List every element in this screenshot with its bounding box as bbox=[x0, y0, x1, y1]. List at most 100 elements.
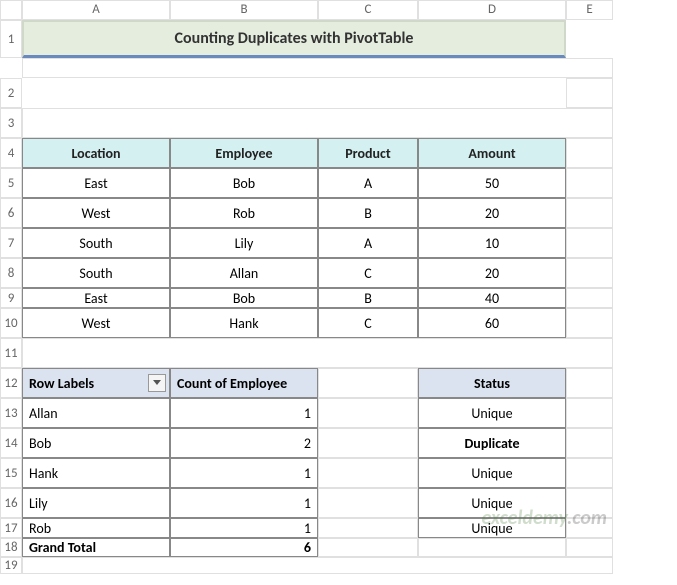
row-header-2[interactable]: 2 bbox=[0, 78, 22, 108]
cell[interactable] bbox=[318, 428, 418, 458]
table1-cell[interactable]: West bbox=[22, 198, 170, 228]
table1-cell[interactable]: A bbox=[318, 228, 418, 258]
row-header-15[interactable]: 15 bbox=[0, 458, 22, 488]
pivot-status-duplicate[interactable]: Duplicate bbox=[418, 428, 566, 458]
table1-cell[interactable]: 20 bbox=[418, 198, 566, 228]
col-header-B[interactable]: B bbox=[170, 0, 318, 20]
pivot-row-label[interactable]: Allan bbox=[22, 398, 170, 428]
table1-cell[interactable]: C bbox=[318, 258, 418, 288]
table1-cell[interactable]: B bbox=[318, 198, 418, 228]
cell[interactable] bbox=[318, 518, 418, 538]
table1-cell[interactable]: Allan bbox=[170, 258, 318, 288]
cell[interactable] bbox=[318, 458, 418, 488]
row-header-1[interactable]: 1 bbox=[0, 20, 22, 58]
cell[interactable] bbox=[318, 538, 418, 557]
cell[interactable] bbox=[566, 198, 613, 228]
table1-header-employee[interactable]: Employee bbox=[170, 138, 318, 168]
row-header-11[interactable]: 11 bbox=[0, 338, 22, 368]
table1-header-location[interactable]: Location bbox=[22, 138, 170, 168]
cell[interactable] bbox=[318, 398, 418, 428]
table1-cell[interactable]: Hank bbox=[170, 308, 318, 338]
pivot-row-label[interactable]: Bob bbox=[22, 428, 170, 458]
cell[interactable] bbox=[566, 398, 613, 428]
pivot-grand-total-value[interactable]: 6 bbox=[170, 538, 318, 557]
empty-row[interactable] bbox=[22, 108, 613, 138]
pivot-row-label[interactable]: Lily bbox=[22, 488, 170, 518]
table1-cell[interactable]: C bbox=[318, 308, 418, 338]
table1-cell[interactable]: B bbox=[318, 288, 418, 308]
cell[interactable] bbox=[418, 538, 566, 557]
cell[interactable] bbox=[566, 428, 613, 458]
table1-cell[interactable]: South bbox=[22, 258, 170, 288]
pivot-dropdown-button[interactable] bbox=[148, 374, 166, 392]
row-header-18[interactable]: 18 bbox=[0, 538, 22, 557]
row-header-6[interactable]: 6 bbox=[0, 198, 22, 228]
table1-cell[interactable]: 40 bbox=[418, 288, 566, 308]
cell[interactable] bbox=[566, 288, 613, 308]
cell[interactable] bbox=[566, 488, 613, 518]
pivot-grand-total-label[interactable]: Grand Total bbox=[22, 538, 170, 557]
pivot-count[interactable]: 1 bbox=[170, 458, 318, 488]
cell[interactable] bbox=[566, 308, 613, 338]
cell[interactable] bbox=[566, 78, 613, 108]
cell[interactable] bbox=[566, 258, 613, 288]
row-header-9[interactable]: 9 bbox=[0, 288, 22, 308]
row-header-7[interactable]: 7 bbox=[0, 228, 22, 258]
cell[interactable] bbox=[318, 368, 418, 398]
table1-header-amount[interactable]: Amount bbox=[418, 138, 566, 168]
row-header-17[interactable]: 17 bbox=[0, 518, 22, 538]
col-header-A[interactable]: A bbox=[22, 0, 170, 20]
row-header-19[interactable]: 19 bbox=[0, 557, 22, 574]
pivot-count[interactable]: 2 bbox=[170, 428, 318, 458]
cell[interactable] bbox=[566, 368, 613, 398]
table1-cell[interactable]: 10 bbox=[418, 228, 566, 258]
table1-cell[interactable]: East bbox=[22, 288, 170, 308]
pivot-row-label[interactable]: Hank bbox=[22, 458, 170, 488]
table1-cell[interactable]: A bbox=[318, 168, 418, 198]
table1-cell[interactable]: Bob bbox=[170, 288, 318, 308]
table1-cell[interactable]: Lily bbox=[170, 228, 318, 258]
table1-cell[interactable]: Rob bbox=[170, 198, 318, 228]
empty-row[interactable] bbox=[22, 58, 613, 78]
cell[interactable] bbox=[566, 518, 613, 538]
pivot-header-status[interactable]: Status bbox=[418, 368, 566, 398]
table1-cell[interactable]: West bbox=[22, 308, 170, 338]
pivot-status[interactable]: Unique bbox=[418, 488, 566, 518]
row-header-10[interactable]: 10 bbox=[0, 308, 22, 338]
col-header-C[interactable]: C bbox=[318, 0, 418, 20]
table1-cell[interactable]: 50 bbox=[418, 168, 566, 198]
table1-cell[interactable]: South bbox=[22, 228, 170, 258]
row-header-5[interactable]: 5 bbox=[0, 168, 22, 198]
cell[interactable] bbox=[566, 138, 613, 168]
table1-cell[interactable]: 20 bbox=[418, 258, 566, 288]
pivot-count[interactable]: 1 bbox=[170, 518, 318, 538]
table1-cell[interactable]: 60 bbox=[418, 308, 566, 338]
col-header-E[interactable]: E bbox=[566, 0, 613, 20]
cell[interactable] bbox=[566, 458, 613, 488]
page-title[interactable]: Counting Duplicates with PivotTable bbox=[22, 20, 566, 58]
row-header-14[interactable]: 14 bbox=[0, 428, 22, 458]
cell[interactable] bbox=[566, 228, 613, 258]
pivot-count[interactable]: 1 bbox=[170, 488, 318, 518]
row-header-8[interactable]: 8 bbox=[0, 258, 22, 288]
pivot-status[interactable]: Unique bbox=[418, 458, 566, 488]
table1-header-product[interactable]: Product bbox=[318, 138, 418, 168]
table1-cell[interactable]: Bob bbox=[170, 168, 318, 198]
row-header-13[interactable]: 13 bbox=[0, 398, 22, 428]
row-header-3[interactable]: 3 bbox=[0, 108, 22, 138]
pivot-row-label[interactable]: Rob bbox=[22, 518, 170, 538]
pivot-header-count[interactable]: Count of Employee bbox=[170, 368, 318, 398]
cell[interactable] bbox=[566, 168, 613, 198]
row-header-12[interactable]: 12 bbox=[0, 368, 22, 398]
empty-row[interactable] bbox=[22, 557, 613, 574]
row-header-4[interactable]: 4 bbox=[0, 138, 22, 168]
pivot-status[interactable]: Unique bbox=[418, 398, 566, 428]
cell[interactable] bbox=[318, 488, 418, 518]
row-header-16[interactable]: 16 bbox=[0, 488, 22, 518]
cell[interactable] bbox=[566, 538, 613, 557]
pivot-status[interactable]: Unique bbox=[418, 518, 566, 538]
pivot-header-rowlabels[interactable]: Row Labels bbox=[22, 368, 170, 398]
col-header-D[interactable]: D bbox=[418, 0, 566, 20]
table1-cell[interactable]: East bbox=[22, 168, 170, 198]
pivot-count[interactable]: 1 bbox=[170, 398, 318, 428]
